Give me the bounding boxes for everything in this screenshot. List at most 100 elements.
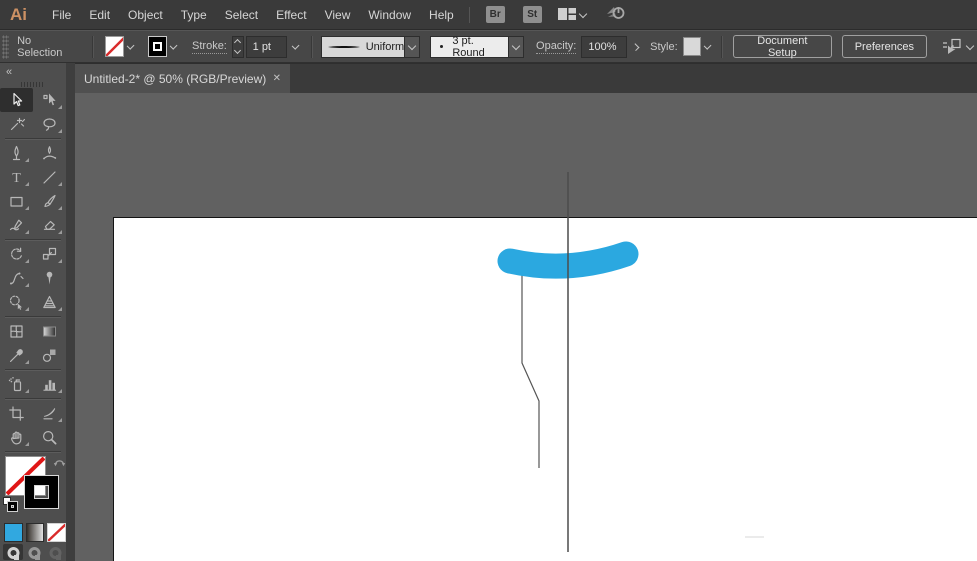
draw-behind-mode[interactable]	[24, 544, 44, 560]
tool-group-separator	[5, 239, 61, 240]
menu-select[interactable]: Select	[216, 0, 267, 30]
brush-dot-icon	[440, 45, 444, 48]
selection-status: No Selection	[17, 34, 63, 59]
stroke-swatch-black[interactable]	[25, 476, 58, 508]
lasso-tool[interactable]	[33, 112, 66, 136]
share-button[interactable]	[604, 4, 626, 26]
puppet-warp-tool[interactable]	[33, 266, 66, 290]
stroke-weight-chevron[interactable]	[292, 41, 301, 50]
app-logo: Ai	[10, 4, 27, 24]
separator	[91, 35, 93, 58]
line-segment-tool[interactable]	[33, 165, 66, 189]
workspace-switcher-icon	[557, 8, 576, 20]
flyout-indicator	[58, 389, 62, 393]
stroke-weight-stepper[interactable]	[231, 35, 244, 58]
color-button[interactable]	[4, 522, 23, 542]
menu-type[interactable]: Type	[172, 0, 216, 30]
canvas[interactable]	[75, 93, 977, 561]
pen-tool[interactable]	[0, 141, 33, 165]
swap-fill-stroke-button[interactable]	[53, 455, 66, 473]
draw-inside-mode[interactable]	[45, 544, 65, 560]
gradient-button[interactable]	[25, 522, 45, 542]
tools-panel-header: «	[0, 63, 66, 80]
fill-dropdown-chevron[interactable]	[126, 41, 136, 50]
scale-tool[interactable]	[33, 242, 66, 266]
stock-button[interactable]: St	[522, 6, 542, 23]
eraser-tool[interactable]	[33, 213, 66, 237]
width-profile-chevron[interactable]	[405, 35, 421, 58]
workspace-switcher[interactable]	[557, 8, 590, 21]
mesh-tool[interactable]	[0, 319, 33, 343]
menu-edit[interactable]: Edit	[80, 0, 119, 30]
slice-tool[interactable]	[33, 401, 66, 425]
perspective-grid-tool[interactable]	[33, 290, 66, 314]
menu-window[interactable]: Window	[359, 0, 420, 30]
document-setup-button[interactable]: Document Setup	[732, 35, 832, 59]
stroke-weight-input[interactable]: 1 pt	[245, 35, 288, 58]
magic-wand-tool[interactable]	[0, 112, 33, 136]
style-chevron[interactable]	[703, 41, 712, 50]
bent-path-line[interactable]	[521, 262, 540, 468]
draw-normal-icon	[7, 547, 19, 560]
menu-object[interactable]: Object	[119, 0, 172, 30]
brush-value: 3 pt. Round	[452, 34, 485, 59]
chevron-down-icon	[578, 9, 587, 18]
width-profile-dropdown[interactable]: Uniform	[320, 35, 406, 58]
menu-effect[interactable]: Effect	[267, 0, 315, 30]
draw-normal-mode[interactable]	[3, 544, 23, 560]
curvature-tool[interactable]	[33, 141, 66, 165]
panel-drag-handle[interactable]	[21, 82, 45, 87]
paintbrush-tool[interactable]	[33, 189, 66, 213]
menu-file[interactable]: File	[43, 0, 80, 30]
drawing-modes-row	[0, 544, 66, 560]
rectangle-tool[interactable]	[0, 189, 33, 213]
opacity-expand-chevron[interactable]	[631, 42, 640, 51]
close-tab-icon[interactable]: ✕	[273, 73, 281, 84]
opacity-input[interactable]: 100%	[581, 35, 627, 58]
shaper-tool[interactable]	[0, 213, 33, 237]
fill-color-swatch[interactable]	[105, 36, 125, 57]
tool-group-separator	[5, 138, 61, 139]
selection-tool[interactable]	[0, 88, 33, 112]
document-tab[interactable]: Untitled-2* @ 50% (RGB/Preview) ✕	[75, 64, 290, 93]
panel-grip[interactable]	[2, 34, 10, 59]
symbol-sprayer-tool[interactable]	[0, 372, 33, 396]
brush-dropdown[interactable]: 3 pt. Round	[430, 34, 509, 59]
bridge-button[interactable]: Br	[485, 6, 505, 23]
flyout-indicator	[25, 182, 29, 186]
arrange-options[interactable]	[941, 38, 977, 55]
type-tool[interactable]: T	[0, 165, 33, 189]
direct-selection-tool[interactable]	[33, 88, 66, 112]
stepper-down-icon	[234, 46, 242, 55]
none-button[interactable]	[47, 522, 66, 542]
stroke-weight-label[interactable]: Stroke:	[192, 40, 227, 54]
control-bar: No Selection Stroke: 1 pt Uniform 3 pt. …	[0, 30, 977, 63]
rotate-tool[interactable]	[0, 242, 33, 266]
svg-text:T: T	[12, 171, 21, 186]
stroke-dropdown-chevron[interactable]	[169, 41, 178, 50]
shape-builder-tool[interactable]	[0, 290, 33, 314]
menu-view[interactable]: View	[316, 0, 360, 30]
brush-chevron[interactable]	[508, 35, 525, 58]
zoom-tool[interactable]	[33, 425, 66, 449]
draw-inside-icon	[49, 547, 61, 560]
gradient-tool[interactable]	[33, 319, 66, 343]
arrange-icon	[943, 38, 961, 54]
column-graph-tool[interactable]	[33, 372, 66, 396]
blend-tool[interactable]	[33, 343, 66, 367]
opacity-label[interactable]: Opacity:	[536, 40, 577, 54]
preferences-button[interactable]: Preferences	[841, 35, 928, 58]
width-profile-value: Uniform	[365, 40, 405, 53]
eyedropper-tool[interactable]	[0, 343, 33, 367]
width-tool[interactable]	[0, 266, 33, 290]
hand-tool[interactable]	[0, 425, 33, 449]
menu-help[interactable]: Help	[420, 0, 463, 30]
style-swatch[interactable]	[682, 37, 701, 56]
flyout-indicator	[25, 206, 29, 210]
default-fill-stroke-button[interactable]	[3, 497, 19, 513]
style-label: Style:	[650, 40, 678, 53]
artboard-tool[interactable]	[0, 401, 33, 425]
stroke-color-swatch[interactable]	[147, 36, 167, 57]
collapse-panel-icon[interactable]: «	[6, 66, 12, 78]
flyout-indicator	[25, 442, 29, 446]
